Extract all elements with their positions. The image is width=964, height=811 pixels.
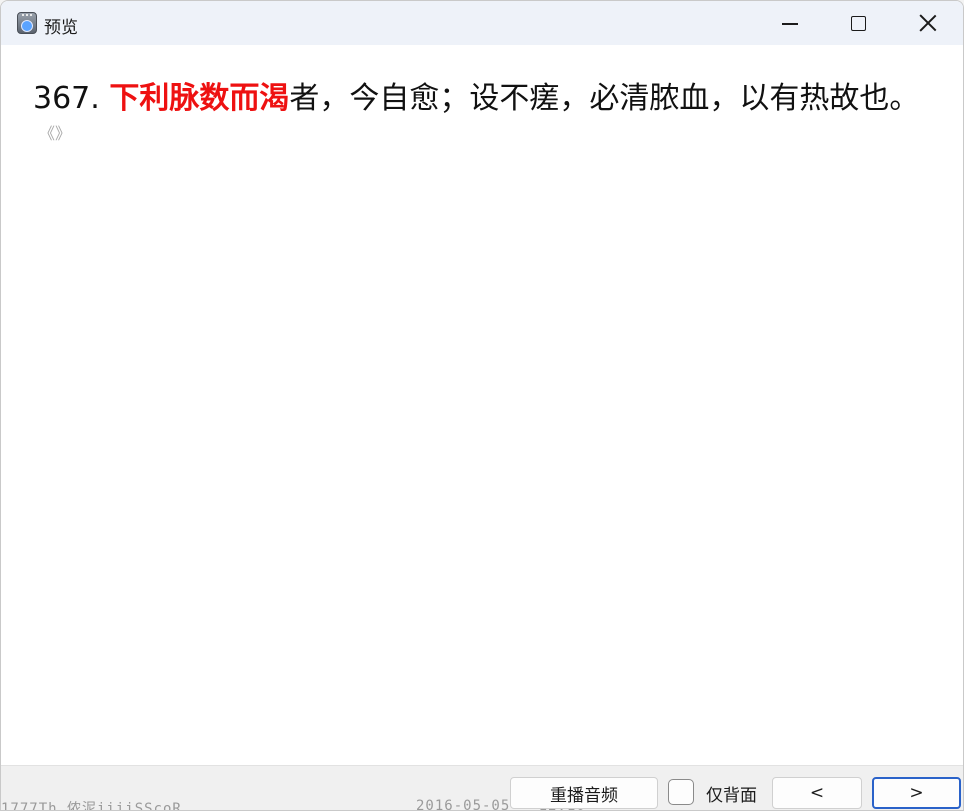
- entry-number: 367.: [33, 81, 100, 116]
- previous-button[interactable]: <: [772, 777, 862, 809]
- close-button[interactable]: [893, 1, 963, 45]
- back-only-checkbox[interactable]: [668, 779, 694, 805]
- card-text: 367. 下利脉数而渴者，今自愈；设不瘥，必清脓血，以有热故也。: [33, 79, 919, 119]
- window-title: 预览: [44, 18, 78, 38]
- minimize-icon: [782, 23, 798, 25]
- app-icon: [17, 12, 37, 34]
- preview-window: 预览 367. 下利脉数而渴者，今自愈；设不瘥，必清脓血，以有热故也。 《》 1…: [0, 0, 964, 811]
- ghost-status-text-left: 1777Th 侬泥iiiiSScoR: [1, 801, 182, 811]
- maximize-button[interactable]: [823, 1, 893, 45]
- replay-audio-button[interactable]: 重播音频: [510, 777, 658, 809]
- entry-highlight: 下利脉数而渴: [109, 81, 290, 116]
- source-brackets: 《》: [39, 124, 72, 143]
- bottom-toolbar: 1777Th 侬泥iiiiSScoR 2016-05-05 · 12:10 重播…: [1, 765, 963, 811]
- maximize-icon: [850, 15, 866, 31]
- next-button[interactable]: >: [872, 777, 961, 809]
- minimize-button[interactable]: [755, 1, 825, 45]
- title-bar: 预览: [1, 1, 963, 45]
- back-only-label[interactable]: 仅背面: [706, 781, 757, 806]
- entry-text: 者，今自愈；设不瘥，必清脓血，以有热故也。: [289, 81, 920, 116]
- close-icon: [919, 14, 937, 32]
- card-preview-area: 367. 下利脉数而渴者，今自愈；设不瘥，必清脓血，以有热故也。 《》: [1, 45, 963, 765]
